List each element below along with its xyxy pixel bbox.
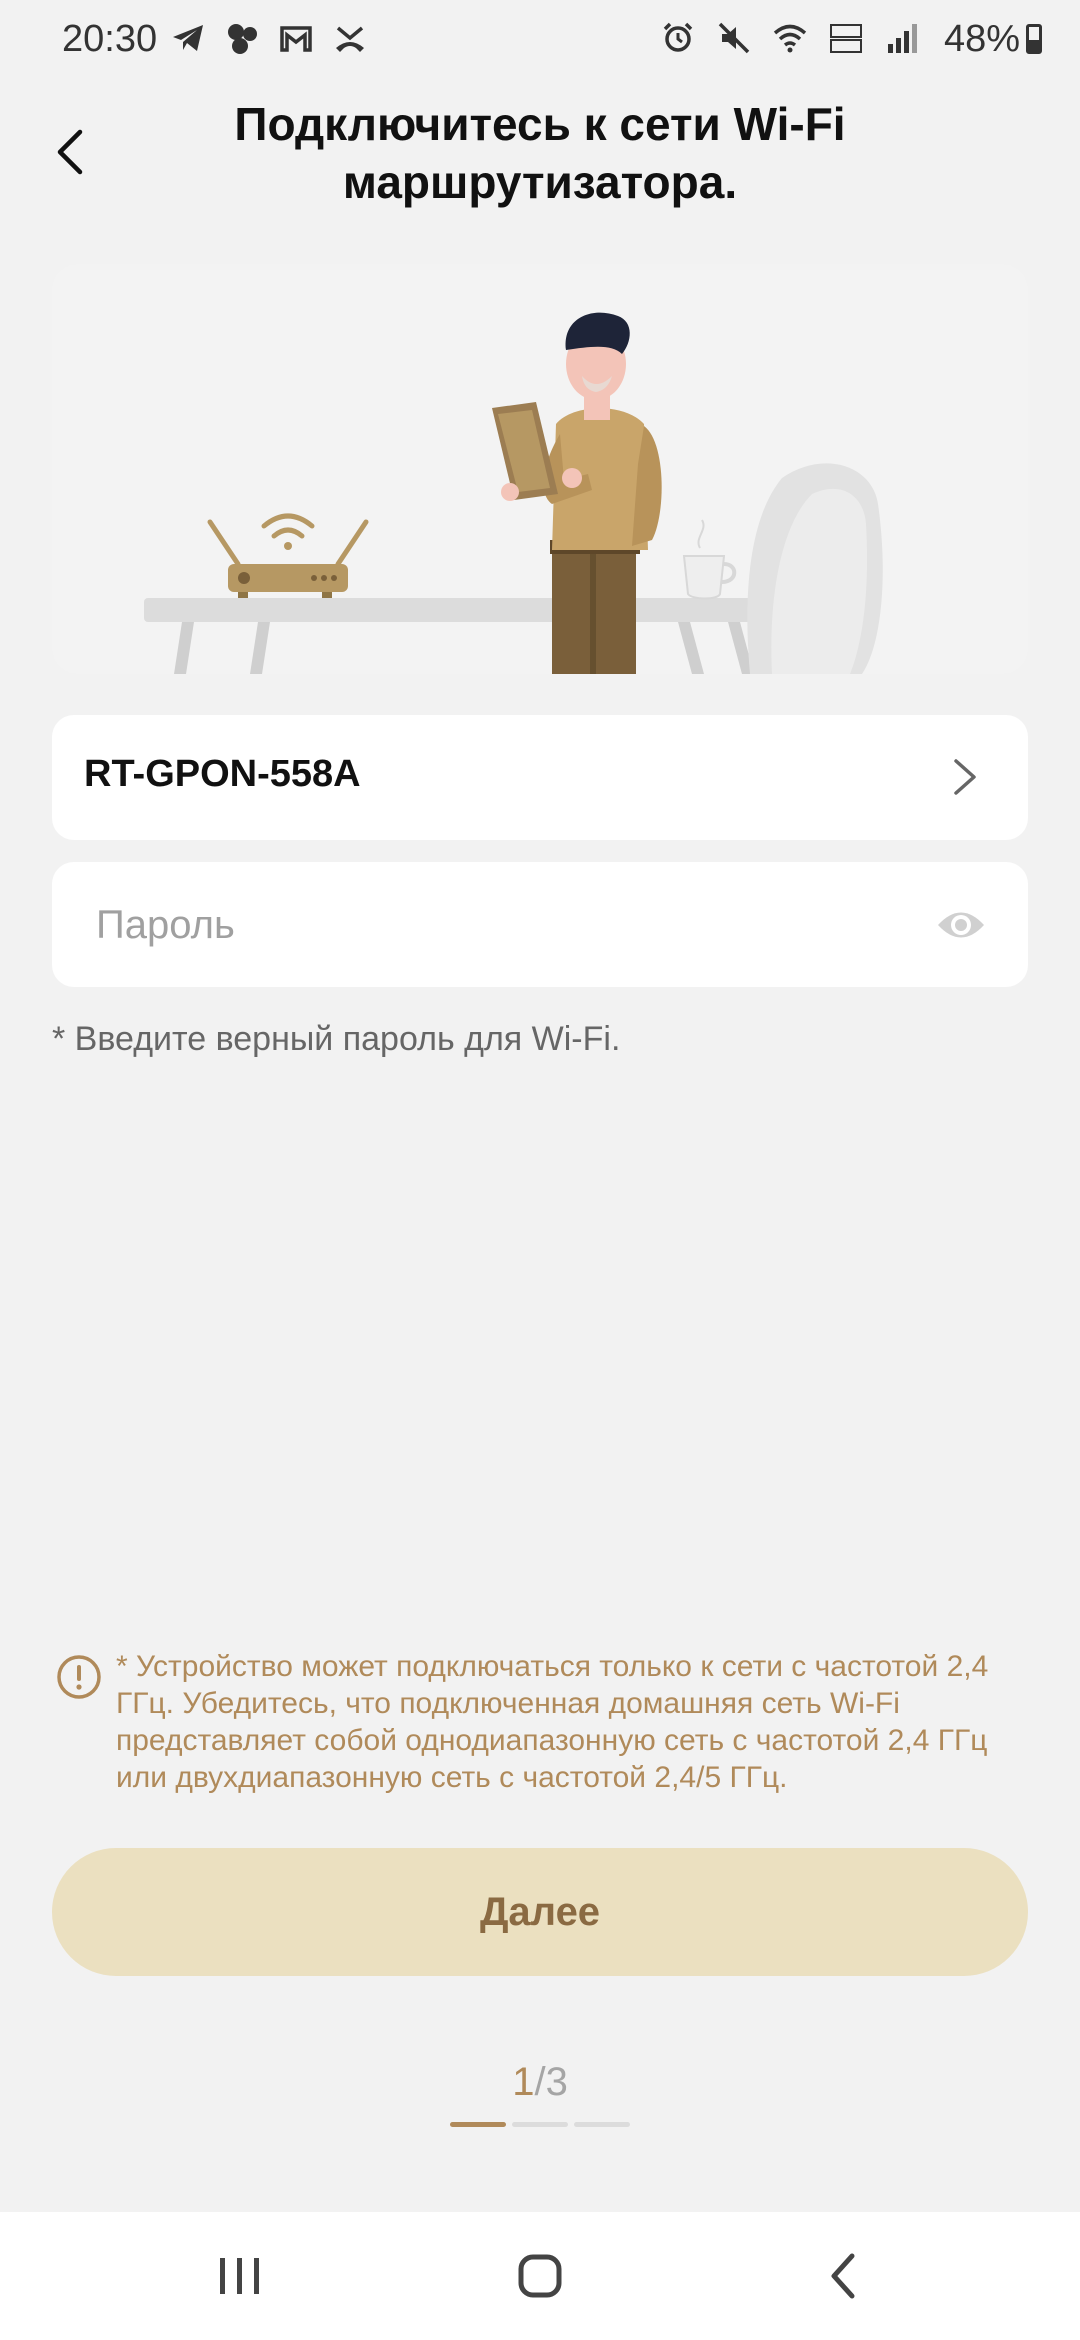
recent-apps-icon[interactable]: [200, 2246, 280, 2306]
home-icon[interactable]: [500, 2246, 580, 2306]
app-cluster-icon: [228, 24, 257, 54]
warning-text: * Устройство может подключаться только к…: [116, 1650, 989, 1794]
step-separator: /: [534, 2060, 546, 2104]
signal-icon: [888, 24, 917, 53]
back-nav-icon[interactable]: [804, 2246, 884, 2306]
alarm-icon: [663, 22, 693, 52]
status-time: 20:30: [62, 18, 158, 60]
system-icons: [660, 20, 920, 56]
step-progress-bar: [450, 2122, 630, 2127]
chevron-right-icon: [954, 759, 976, 795]
show-password-eye-icon[interactable]: [936, 902, 986, 948]
missed-call-icon: [336, 26, 364, 52]
wifi-icon: [773, 24, 807, 53]
gmail-icon: [280, 26, 312, 52]
progress-segment-3: [574, 2122, 630, 2127]
page-title: Подключитесь к сети Wi-Fi маршрутизатора…: [234, 98, 846, 208]
router-setup-illustration: [52, 264, 1028, 674]
battery-icon: [1026, 24, 1042, 54]
step-total: 3: [545, 2060, 568, 2104]
step-current: 1: [512, 2060, 535, 2104]
step-indicator: 1/3: [0, 2060, 1080, 2105]
back-arrow-icon: [57, 129, 83, 175]
network-selector[interactable]: RT-GPON-558A: [52, 715, 1028, 840]
volte-icon: [830, 24, 862, 53]
progress-segment-2: [512, 2122, 568, 2127]
status-bar: 20:30 48%: [0, 0, 1080, 80]
back-button[interactable]: [40, 110, 100, 190]
battery-percentage: 48%: [943, 18, 1020, 60]
notification-icons: [170, 20, 368, 56]
password-input[interactable]: [94, 892, 918, 958]
mute-icon: [718, 22, 750, 54]
password-field: [52, 862, 1028, 987]
telegram-icon: [173, 25, 203, 51]
password-hint: * Введите верный пароль для Wi-Fi.: [52, 1020, 621, 1058]
system-navigation-bar: [0, 2212, 1080, 2340]
next-button[interactable]: Далее: [52, 1848, 1028, 1976]
warning-info-icon: [57, 1655, 101, 1699]
progress-segment-1: [450, 2122, 506, 2127]
network-ssid: RT-GPON-558A: [84, 753, 361, 795]
